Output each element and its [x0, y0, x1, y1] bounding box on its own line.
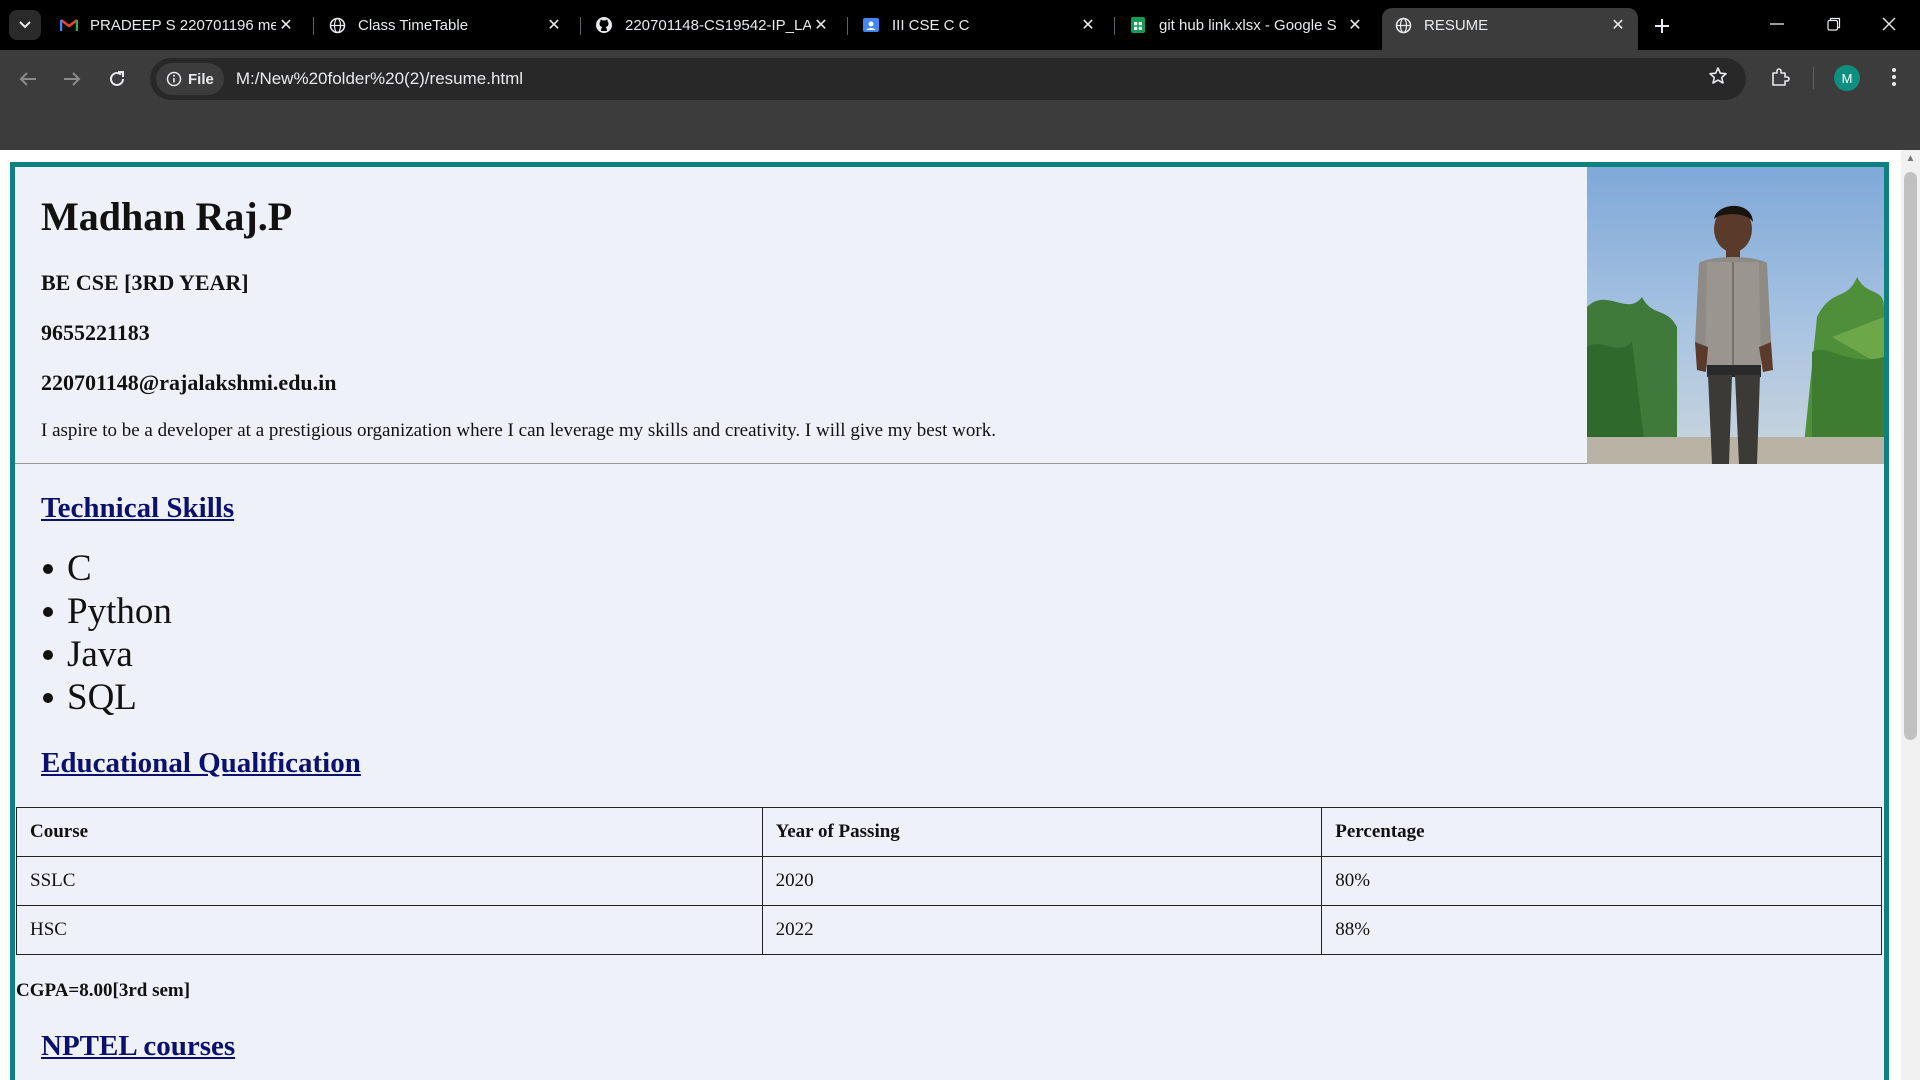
close-icon[interactable]: ✕ [1608, 15, 1628, 35]
extensions-icon[interactable] [1766, 63, 1794, 91]
close-icon[interactable]: ✕ [1078, 15, 1098, 35]
table-cell: 88% [1321, 905, 1882, 955]
education-table: Course Year of Passing Percentage SSLC 2… [16, 807, 1882, 955]
resume-header: Madhan Raj.P BE CSE [3RD YEAR] 965522118… [15, 167, 1884, 464]
table-cell: SSLC [16, 856, 763, 906]
list-item: C [41, 547, 172, 590]
globe-icon [1394, 16, 1412, 34]
tab-separator [1114, 17, 1115, 35]
chevron-down-icon [19, 21, 31, 29]
table-cell: HSC [16, 905, 763, 955]
scroll-up-arrow-icon[interactable]: ▲ [1901, 150, 1920, 167]
bookmarks-bar [0, 108, 1920, 150]
technical-skills-heading[interactable]: Technical Skills [41, 492, 234, 525]
education-heading[interactable]: Educational Qualification [41, 747, 361, 780]
minimize-button[interactable] [1754, 8, 1800, 40]
nptel-heading[interactable]: NPTEL courses [41, 1030, 235, 1063]
gmail-icon [60, 16, 78, 34]
table-row: SSLC 2020 80% [16, 856, 1882, 906]
profile-photo [1587, 167, 1884, 464]
list-item: Java [41, 633, 172, 676]
tab-title: 220701148-CS19542-IP_LA [625, 16, 811, 34]
tab-gmail[interactable]: PRADEEP S 220701196 me ✕ [48, 8, 306, 42]
tab-separator [313, 17, 314, 35]
candidate-name: Madhan Raj.P [41, 194, 293, 239]
resume-container: Madhan Raj.P BE CSE [3RD YEAR] 965522118… [10, 162, 1889, 1080]
minimize-icon [1770, 23, 1784, 25]
forward-button[interactable] [56, 63, 88, 95]
profile-avatar[interactable]: M [1834, 65, 1860, 91]
reload-icon [110, 71, 124, 86]
list-item: Python [41, 590, 172, 633]
tab-separator [580, 17, 581, 35]
email-address: 220701148@rajalakshmi.edu.in [41, 370, 337, 395]
column-header: Year of Passing [761, 807, 1323, 857]
toolbar-separator [1813, 67, 1814, 89]
table-cell: 2022 [761, 905, 1323, 955]
bookmark-star-icon[interactable] [1708, 66, 1728, 92]
table-header-row: Course Year of Passing Percentage [16, 807, 1882, 857]
tab-title: PRADEEP S 220701196 me [90, 16, 276, 34]
skills-list: C Python Java SQL [41, 547, 172, 719]
github-icon [595, 16, 613, 34]
reload-button[interactable] [101, 63, 133, 95]
scrollbar-thumb[interactable] [1904, 172, 1917, 740]
plus-icon [1655, 19, 1669, 33]
column-header: Percentage [1321, 807, 1882, 857]
tab-resume[interactable]: RESUME ✕ [1382, 8, 1638, 50]
tab-github[interactable]: 220701148-CS19542-IP_LA ✕ [583, 8, 841, 42]
tab-title: III CSE C C [892, 16, 970, 34]
restore-icon [1827, 17, 1841, 31]
close-icon[interactable]: ✕ [276, 15, 296, 35]
tab-strip: PRADEEP S 220701196 me ✕ Class TimeTable… [0, 0, 1920, 50]
classroom-icon [862, 16, 880, 34]
tab-title: RESUME [1424, 16, 1489, 34]
info-icon [166, 71, 182, 87]
page-viewport: Madhan Raj.P BE CSE [3RD YEAR] 965522118… [0, 150, 1920, 1080]
back-button[interactable] [12, 63, 44, 95]
degree: BE CSE [3RD YEAR] [41, 270, 249, 295]
career-objective: I aspire to be a developer at a prestigi… [41, 420, 996, 441]
phone-number: 9655221183 [41, 320, 150, 345]
close-icon [1882, 17, 1896, 31]
new-tab-button[interactable] [1648, 12, 1676, 40]
tab-separator [847, 17, 848, 35]
table-cell: 2020 [761, 856, 1323, 906]
close-icon[interactable]: ✕ [1345, 15, 1365, 35]
list-item: SQL [41, 676, 172, 719]
close-window-button[interactable] [1866, 8, 1912, 40]
globe-icon [328, 16, 346, 34]
site-info-label: File [188, 70, 214, 88]
arrow-right-icon [64, 72, 81, 86]
sheets-icon [1129, 16, 1147, 34]
table-cell: 80% [1321, 856, 1882, 906]
browser-toolbar: File M:/New%20folder%20(2)/resume.html [0, 50, 1920, 108]
tab-title: Class TimeTable [358, 16, 469, 34]
tab-google-sheets[interactable]: git hub link.xlsx - Google S ✕ [1117, 8, 1375, 42]
tab-title: git hub link.xlsx - Google S [1159, 16, 1337, 34]
address-bar[interactable]: File M:/New%20folder%20(2)/resume.html [150, 58, 1746, 100]
close-icon[interactable]: ✕ [811, 15, 831, 35]
url-text[interactable]: M:/New%20folder%20(2)/resume.html [236, 69, 523, 89]
tab-search-button[interactable] [9, 10, 41, 40]
vertical-scrollbar[interactable]: ▲ [1901, 150, 1920, 1080]
table-row: HSC 2022 88% [16, 905, 1882, 955]
tab-classroom[interactable]: III CSE C C ✕ [850, 8, 1108, 42]
restore-button[interactable] [1811, 8, 1857, 40]
cgpa-text: CGPA=8.00[3rd sem] [16, 980, 191, 1001]
column-header: Course [16, 807, 763, 857]
close-icon[interactable]: ✕ [544, 15, 564, 35]
kebab-menu-icon[interactable] [1880, 63, 1908, 91]
site-info-chip[interactable]: File [156, 63, 224, 95]
arrow-left-icon [19, 72, 36, 86]
tab-class-timetable[interactable]: Class TimeTable ✕ [316, 8, 574, 42]
